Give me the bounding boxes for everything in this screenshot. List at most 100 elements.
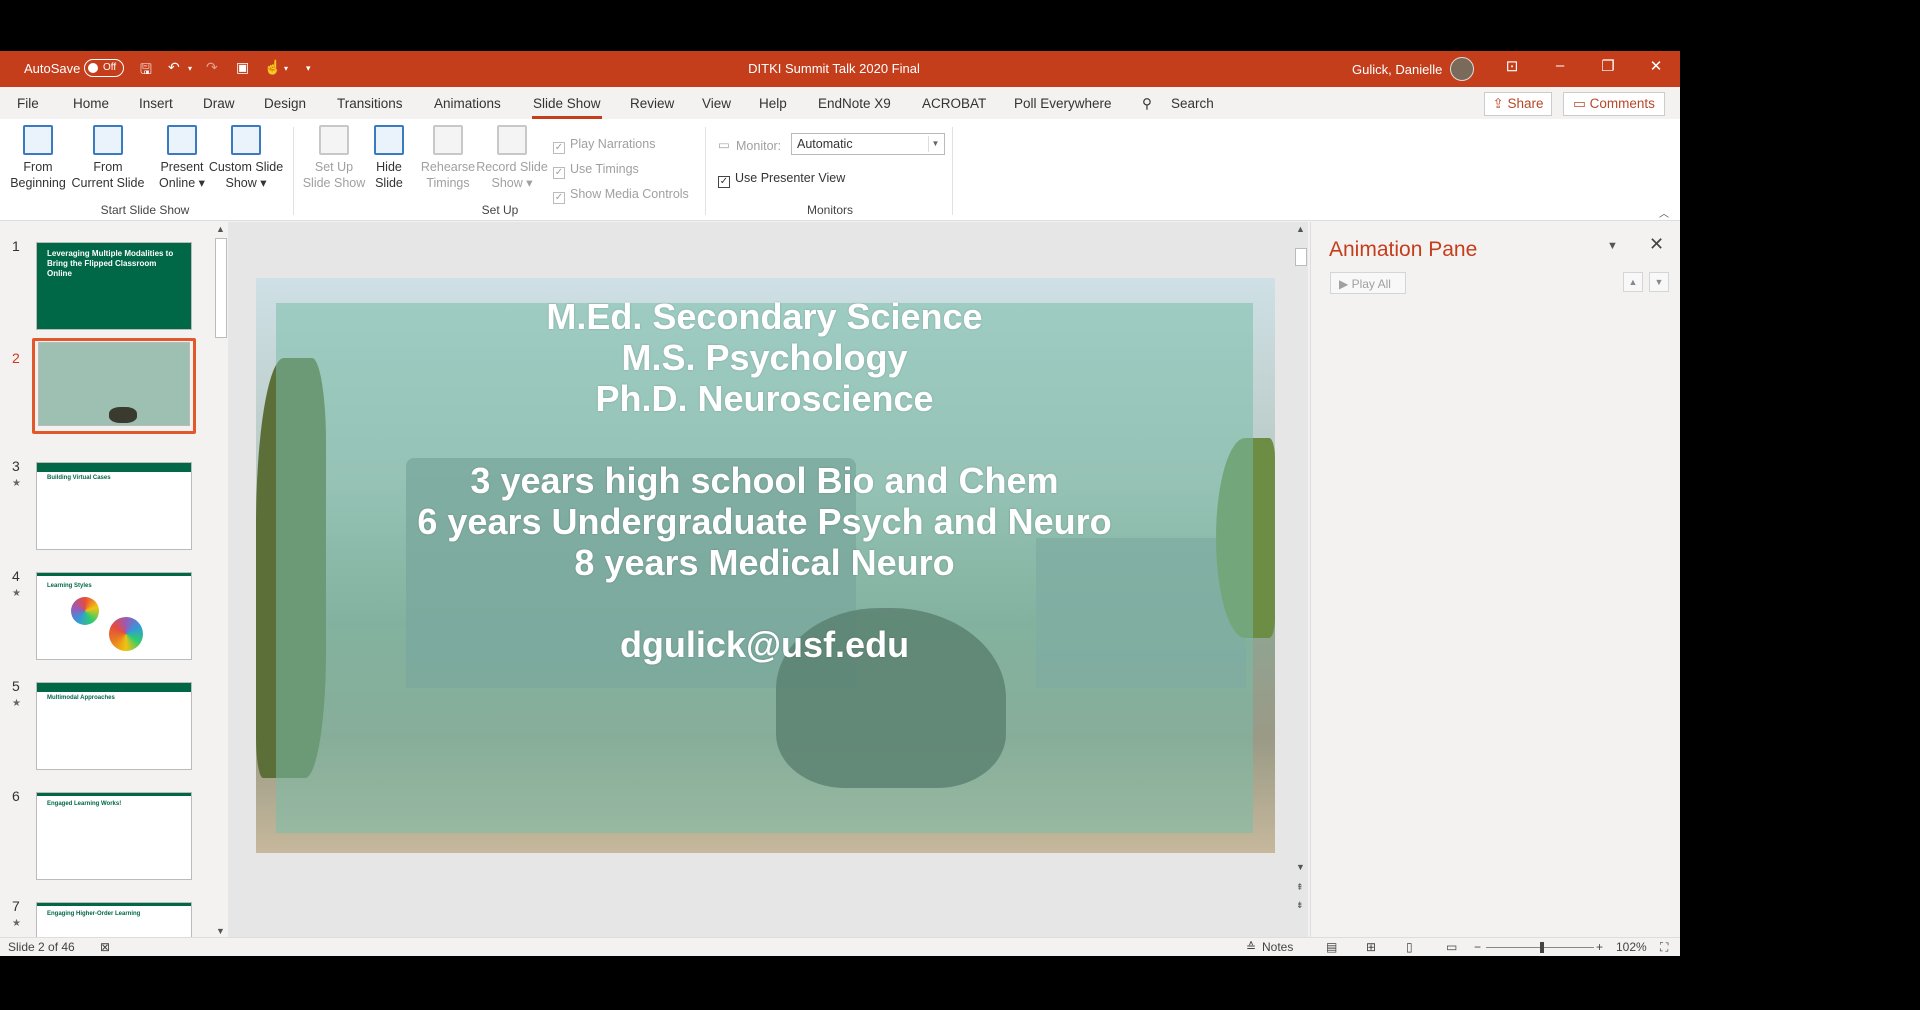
from-beginning-button[interactable]: From Beginning xyxy=(9,125,67,191)
tab-poll-everywhere[interactable]: Poll Everywhere xyxy=(1014,96,1112,111)
rehearse-label-2: Timings xyxy=(426,176,470,190)
scroll-down-icon[interactable]: ▼ xyxy=(1296,862,1305,872)
user-name[interactable]: Gulick, Danielle xyxy=(1352,62,1442,77)
setup-show-label-1: Set Up xyxy=(314,160,354,174)
tab-design[interactable]: Design xyxy=(264,96,306,111)
scroll-down-icon[interactable]: ▼ xyxy=(216,926,225,936)
slide-thumbnail[interactable]: Leveraging Multiple Modalities to Bring … xyxy=(36,242,192,330)
scroll-up-icon[interactable]: ▲ xyxy=(1296,224,1305,234)
slide-sorter-icon[interactable]: ⊞ xyxy=(1366,940,1376,954)
checkbox-checked-icon: ✓ xyxy=(718,176,730,188)
slide-text-line[interactable]: 8 years Medical Neuro xyxy=(276,542,1253,583)
collapse-ribbon-icon[interactable]: ︿ xyxy=(1659,205,1669,220)
scroll-up-icon[interactable]: ▲ xyxy=(216,224,225,234)
hide-slide-button[interactable]: Hide Slide xyxy=(369,125,409,191)
thumb-title: Engaged Learning Works! xyxy=(47,801,122,807)
tab-file[interactable]: File xyxy=(17,96,39,111)
move-down-icon[interactable]: ▼ xyxy=(1649,272,1669,292)
slide-thumbnail[interactable]: Learning Styles xyxy=(36,572,192,660)
title-bar: AutoSave Off 🖫 ↶ ▾ ↷ ▣ ☝ ▾ ▾ DITKI Summi… xyxy=(0,51,1680,87)
tab-review[interactable]: Review xyxy=(630,96,674,111)
slide-thumbnail[interactable]: Multimodal Approaches xyxy=(36,682,192,770)
slide-text-line[interactable]: 3 years high school Bio and Chem xyxy=(276,460,1253,501)
thumb-number: 4 xyxy=(12,568,20,584)
slide-thumbnail[interactable]: Building Virtual Cases xyxy=(36,462,192,550)
accessibility-icon[interactable]: ⊠ xyxy=(100,940,110,954)
slide-text-line[interactable]: 6 years Undergraduate Psych and Neuro xyxy=(276,501,1253,542)
comment-icon: ▭ xyxy=(1573,96,1590,111)
record-slide-show-button[interactable]: Record Slide Show ▾ xyxy=(476,125,548,191)
notes-button[interactable]: Notes xyxy=(1262,940,1293,954)
use-presenter-view-checkbox[interactable]: ✓ Use Presenter View xyxy=(718,171,845,188)
play-narrations-checkbox[interactable]: ✓ Play Narrations xyxy=(553,137,655,154)
comments-button[interactable]: ▭ Comments xyxy=(1563,92,1665,116)
use-timings-checkbox[interactable]: ✓ Use Timings xyxy=(553,162,639,179)
slide-editor: M.Ed. Secondary Science M.S. Psychology … xyxy=(228,222,1308,938)
scrollbar-thumb[interactable] xyxy=(1295,248,1307,266)
record-label-1: Record Slide xyxy=(476,160,548,174)
rehearse-timings-button[interactable]: Rehearse Timings xyxy=(418,125,478,191)
zoom-level[interactable]: 102% xyxy=(1616,940,1647,954)
scrollbar-thumb[interactable] xyxy=(215,238,227,338)
group-label-start: Start Slide Show xyxy=(100,203,190,217)
monitor-select[interactable]: Automatic ▼ xyxy=(791,133,945,155)
move-up-icon[interactable]: ▲ xyxy=(1623,272,1643,292)
from-current-label-1: From xyxy=(93,160,123,174)
thumb-number: 1 xyxy=(12,238,20,254)
tab-animations[interactable]: Animations xyxy=(434,96,501,111)
close-icon[interactable]: ✕ xyxy=(1649,234,1664,255)
slide-thumbnail[interactable] xyxy=(38,342,190,426)
tab-slide-show[interactable]: Slide Show xyxy=(533,96,601,111)
pane-options-icon[interactable]: ▼ xyxy=(1607,240,1618,252)
slide-text-line[interactable]: M.S. Psychology xyxy=(276,337,1253,378)
from-current-slide-button[interactable]: From Current Slide xyxy=(70,125,146,191)
slide-email[interactable]: dgulick@usf.edu xyxy=(276,624,1253,665)
restore-icon[interactable]: ❐ xyxy=(1596,57,1620,75)
slide-text-line[interactable]: Ph.D. Neuroscience xyxy=(276,378,1253,419)
tab-draw[interactable]: Draw xyxy=(203,96,235,111)
custom-slide-show-button[interactable]: Custom Slide Show ▾ xyxy=(208,125,284,191)
ribbon-tabs: File Home Insert Draw Design Transitions… xyxy=(0,87,1680,119)
ribbon-display-icon[interactable]: ⊡ xyxy=(1500,57,1524,75)
reading-view-icon[interactable]: ▯ xyxy=(1406,940,1413,954)
slide-thumbnail[interactable]: Engaged Learning Works! xyxy=(36,792,192,880)
zoom-slider-thumb[interactable] xyxy=(1540,942,1544,953)
close-window-icon[interactable]: ✕ xyxy=(1644,57,1668,75)
slide-canvas[interactable]: M.Ed. Secondary Science M.S. Psychology … xyxy=(256,278,1275,853)
play-all-button[interactable]: ▶ Play All xyxy=(1330,272,1406,294)
previous-slide-icon[interactable]: ⇞ xyxy=(1296,882,1304,893)
play-icon: ▶ xyxy=(1339,277,1352,291)
slideshow-view-icon[interactable]: ▭ xyxy=(1446,940,1457,954)
normal-view-icon[interactable]: ▤ xyxy=(1326,940,1337,954)
thumb-header-bar xyxy=(37,573,191,576)
tab-endnote[interactable]: EndNote X9 xyxy=(818,96,891,111)
tab-transitions[interactable]: Transitions xyxy=(337,96,403,111)
zoom-in-icon[interactable]: + xyxy=(1596,940,1603,954)
tab-view[interactable]: View xyxy=(702,96,731,111)
zoom-out-icon[interactable]: − xyxy=(1474,940,1481,954)
tab-home[interactable]: Home xyxy=(73,96,109,111)
set-up-slide-show-button[interactable]: Set Up Slide Show xyxy=(301,125,367,191)
custom-show-icon xyxy=(231,125,261,155)
minimize-icon[interactable]: – xyxy=(1548,57,1572,74)
animation-star-icon: ★ xyxy=(12,698,21,709)
editor-scrollbar[interactable]: ▲ ▼ ⇞ ⇟ xyxy=(1294,222,1308,938)
share-button[interactable]: ⇪ Share xyxy=(1484,92,1552,116)
tab-insert[interactable]: Insert xyxy=(139,96,173,111)
search-icon[interactable]: ⚲ xyxy=(1142,96,1152,112)
thumb-header-bar xyxy=(37,903,191,906)
show-media-controls-checkbox[interactable]: ✓ Show Media Controls xyxy=(553,187,689,204)
tab-help[interactable]: Help xyxy=(759,96,787,111)
slide-text-line[interactable]: M.Ed. Secondary Science xyxy=(276,296,1253,337)
animation-star-icon: ★ xyxy=(12,588,21,599)
thumbnail-scrollbar[interactable]: ▲ ▼ xyxy=(214,224,228,938)
present-online-button[interactable]: Present Online ▾ xyxy=(155,125,209,191)
notes-icon[interactable]: ≙ xyxy=(1246,940,1256,954)
next-slide-icon[interactable]: ⇟ xyxy=(1296,900,1304,911)
tab-acrobat[interactable]: ACROBAT xyxy=(922,96,986,111)
monitor-value: Automatic xyxy=(797,137,853,151)
avatar[interactable] xyxy=(1450,57,1474,81)
search-label[interactable]: Search xyxy=(1171,96,1214,111)
fit-to-window-icon[interactable]: ⛶ xyxy=(1660,940,1668,955)
slide-thumbnail[interactable]: Engaging Higher-Order Learning xyxy=(36,902,192,938)
